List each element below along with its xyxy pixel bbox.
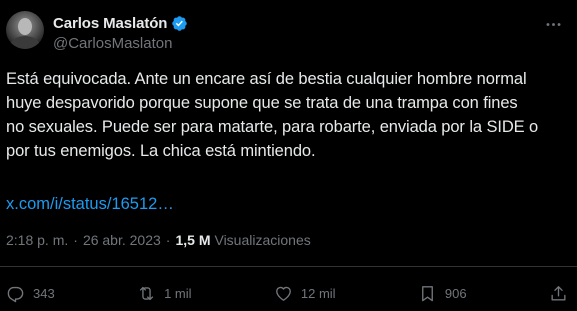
bookmark-count: 906 (444, 285, 467, 301)
avatar-shoulders (10, 36, 40, 49)
reply-count: 343 (33, 285, 55, 301)
more-horizontal-icon[interactable] (543, 14, 563, 34)
tweet-time[interactable]: 2:18 p. m. (6, 232, 68, 248)
bookmark-icon (421, 285, 433, 301)
verified-badge-icon[interactable] (171, 15, 188, 32)
heart-icon (275, 286, 291, 301)
bookmark-button[interactable]: 906 (418, 284, 467, 303)
action-bar: 343 1 mil 12 mil 906 (6, 280, 568, 306)
share-button[interactable] (549, 284, 568, 303)
repost-icon (139, 286, 154, 300)
views-count: 1,5 M (175, 232, 211, 248)
author-display-name[interactable]: Carlos Maslatón (53, 15, 167, 32)
tweet-text: Está equivocada. Ante un encare así de b… (6, 70, 539, 160)
author-handle[interactable]: @CarlosMaslaton (53, 35, 172, 52)
views-label: Visualizaciones (214, 232, 311, 248)
reply-button[interactable]: 343 (6, 284, 55, 303)
like-button[interactable]: 12 mil (274, 284, 336, 303)
avatar[interactable] (6, 11, 44, 49)
share-icon (551, 285, 566, 301)
avatar-face (18, 18, 32, 35)
divider (0, 266, 577, 267)
repost-button[interactable]: 1 mil (137, 284, 192, 303)
author-name-row: Carlos Maslatón (53, 13, 188, 33)
repost-count: 1 mil (164, 285, 192, 301)
tweet-date[interactable]: 26 abr. 2023 (83, 232, 161, 248)
reply-icon (7, 286, 24, 302)
meta-separator: · (73, 232, 78, 248)
tweet-link[interactable]: x.com/i/status/16512… (6, 192, 174, 216)
like-count: 12 mil (300, 285, 336, 301)
meta-separator-views: · (165, 232, 171, 248)
tweet-meta: 2:18 p. m. · 26 abr. 2023 · 1,5 M Visual… (6, 232, 311, 248)
tweet-card: Carlos Maslatón @CarlosMaslaton Está equ… (0, 0, 577, 311)
